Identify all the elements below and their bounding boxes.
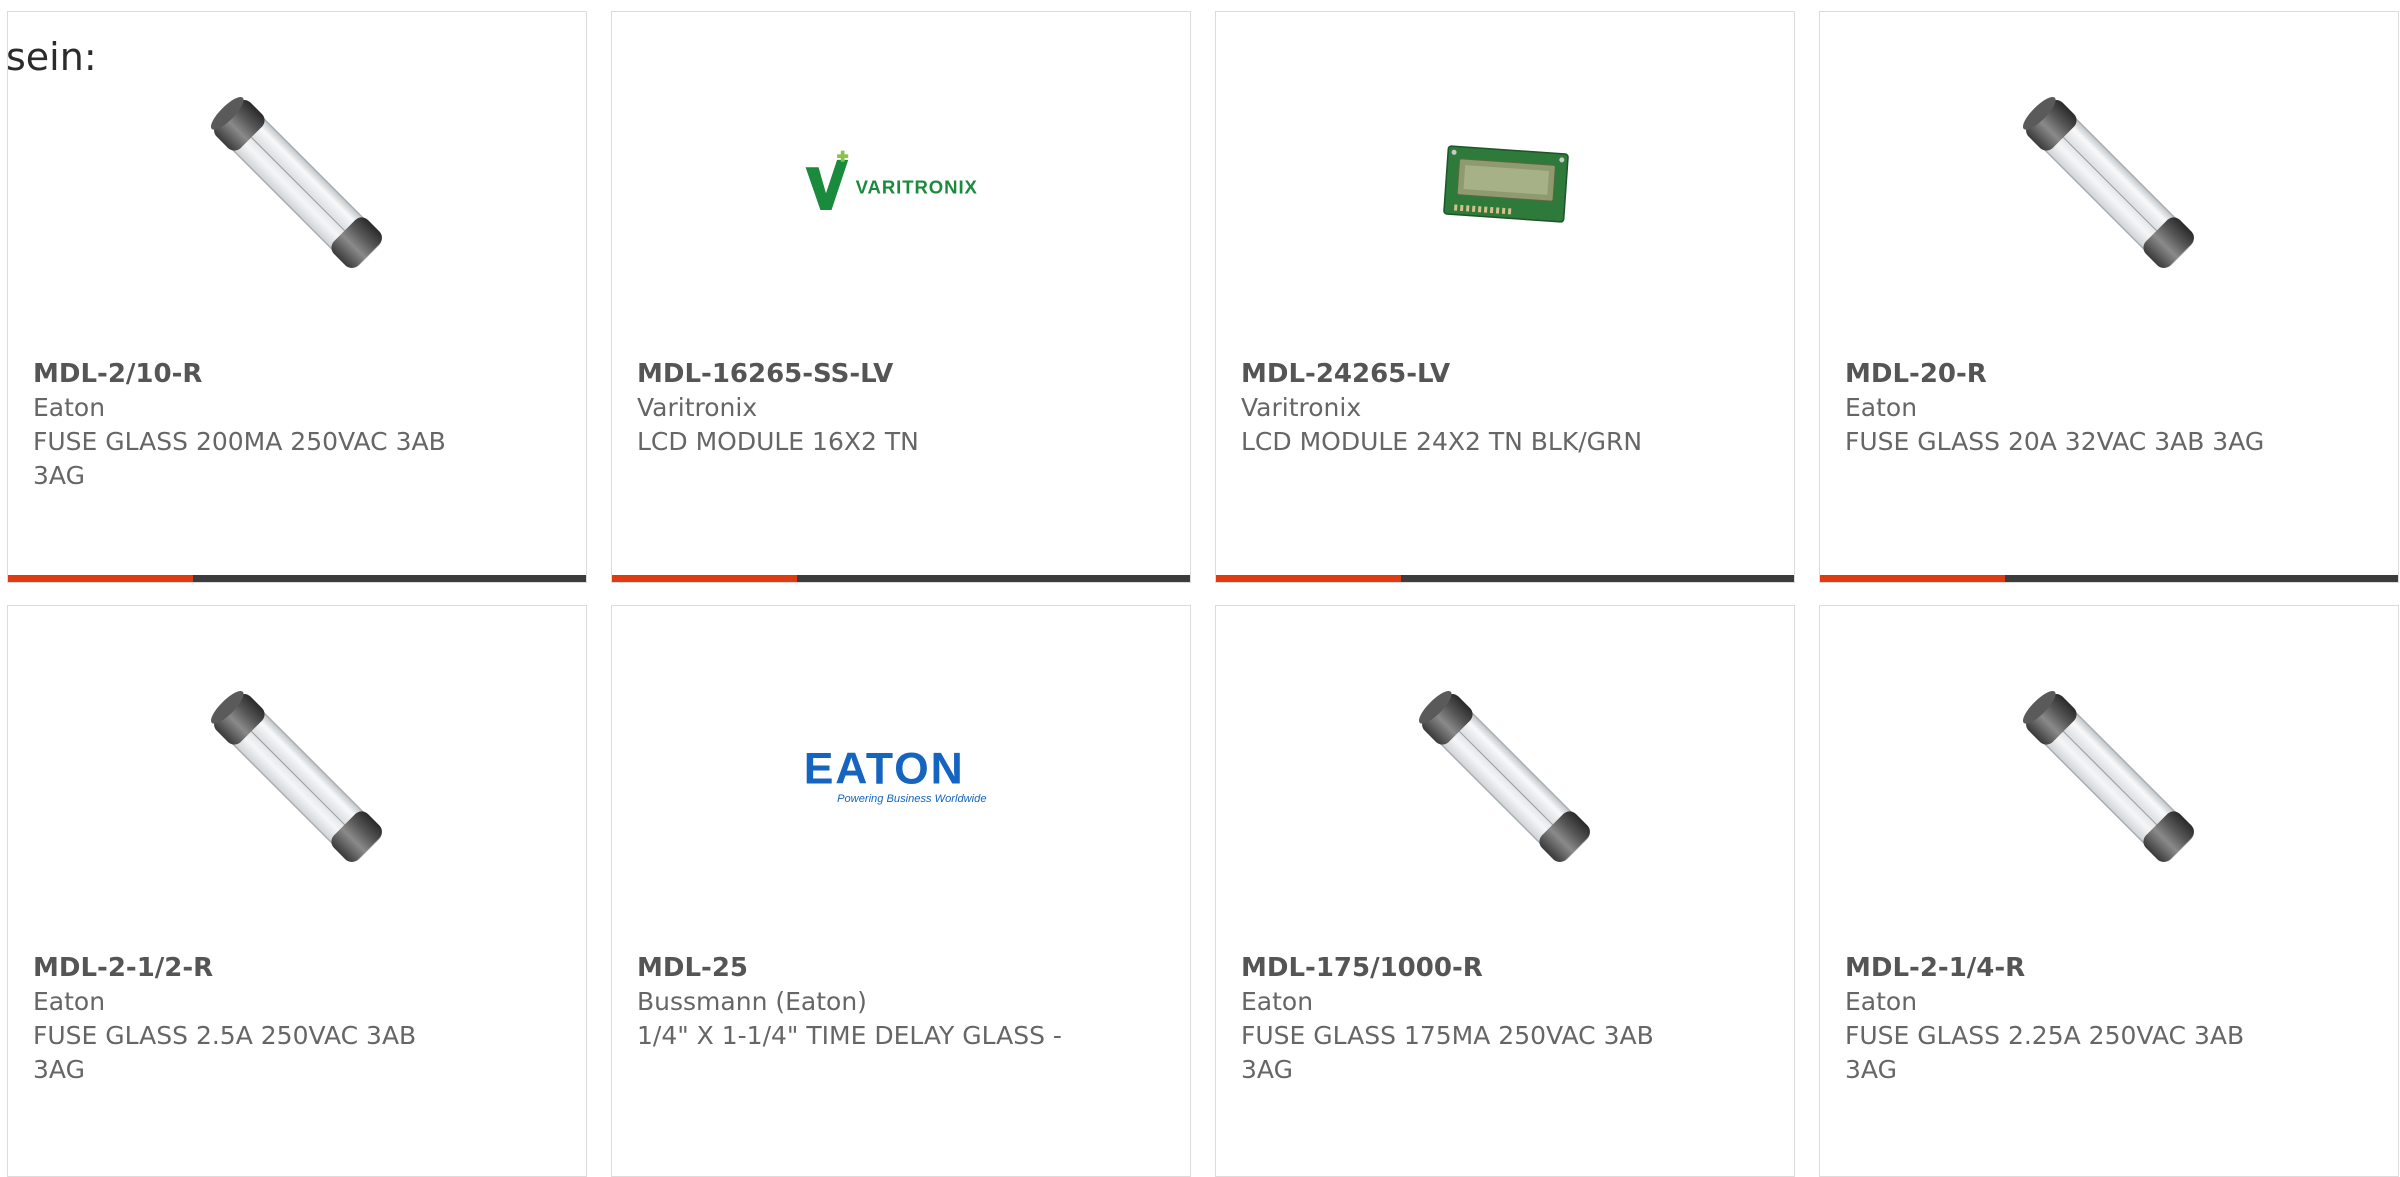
manufacturer: Eaton xyxy=(1241,987,1314,1016)
description: FUSE GLASS 200MA 250VAC 3AB 3AG xyxy=(33,427,446,490)
description: LCD MODULE 16X2 TN xyxy=(637,427,919,456)
part-number[interactable]: MDL-25 xyxy=(637,951,1077,985)
svg-text:EATON: EATON xyxy=(804,745,965,794)
eaton-logo-image[interactable]: EATON Powering Business Worldwide xyxy=(800,676,1004,880)
description: FUSE GLASS 2.5A 250VAC 3AB 3AG xyxy=(33,1021,417,1084)
product-info: MDL-24265-LV Varitronix LCD MODULE 24X2 … xyxy=(1241,357,1681,459)
product-grid: MDL-2/10-R Eaton FUSE GLASS 200MA 250VAC… xyxy=(7,11,2399,1177)
product-card[interactable]: MDL-2-1/2-R Eaton FUSE GLASS 2.5A 250VAC… xyxy=(7,605,587,1177)
varitronix-logo-image[interactable]: VARITRONIX xyxy=(800,82,1004,286)
manufacturer: Eaton xyxy=(33,393,106,422)
progress-bar xyxy=(1820,575,2398,582)
product-card[interactable]: MDL-2-1/4-R Eaton FUSE GLASS 2.25A 250VA… xyxy=(1819,605,2399,1177)
description: FUSE GLASS 20A 32VAC 3AB 3AG xyxy=(1845,427,2265,456)
product-card[interactable]: MDL-2/10-R Eaton FUSE GLASS 200MA 250VAC… xyxy=(7,11,587,583)
intro-text: sein: xyxy=(6,35,97,79)
progress-bar xyxy=(8,575,586,582)
product-info: MDL-2/10-R Eaton FUSE GLASS 200MA 250VAC… xyxy=(33,357,473,493)
svg-text:VARITRONIX: VARITRONIX xyxy=(856,176,978,197)
product-info: MDL-175/1000-R Eaton FUSE GLASS 175MA 25… xyxy=(1241,951,1681,1087)
product-info: MDL-2-1/4-R Eaton FUSE GLASS 2.25A 250VA… xyxy=(1845,951,2285,1087)
progress-bar-fill xyxy=(612,575,797,582)
product-info: MDL-16265-SS-LV Varitronix LCD MODULE 16… xyxy=(637,357,1077,459)
glass-fuse-image[interactable] xyxy=(1404,676,1608,880)
product-card[interactable]: MDL-20-R Eaton FUSE GLASS 20A 32VAC 3AB … xyxy=(1819,11,2399,583)
manufacturer: Eaton xyxy=(1845,393,1918,422)
glass-fuse-image[interactable] xyxy=(196,82,400,286)
glass-fuse-image[interactable] xyxy=(2008,676,2212,880)
product-card[interactable]: VARITRONIX MDL-16265-SS-LV Varitronix LC… xyxy=(611,11,1191,583)
part-number[interactable]: MDL-2-1/4-R xyxy=(1845,951,2285,985)
manufacturer: Eaton xyxy=(33,987,106,1016)
product-card[interactable]: MDL-24265-LV Varitronix LCD MODULE 24X2 … xyxy=(1215,11,1795,583)
manufacturer: Bussmann (Eaton) xyxy=(637,987,867,1016)
progress-bar-fill xyxy=(1820,575,2005,582)
lcd-module-image[interactable] xyxy=(1404,82,1608,286)
product-info: MDL-20-R Eaton FUSE GLASS 20A 32VAC 3AB … xyxy=(1845,357,2285,459)
svg-text:Powering Business Worldwide: Powering Business Worldwide xyxy=(837,793,986,805)
product-info: MDL-25 Bussmann (Eaton) 1/4" X 1-1/4" TI… xyxy=(637,951,1077,1053)
progress-bar-fill xyxy=(8,575,193,582)
progress-bar-fill xyxy=(1216,575,1401,582)
progress-bar xyxy=(612,575,1190,582)
part-number[interactable]: MDL-16265-SS-LV xyxy=(637,357,1077,391)
product-info: MDL-2-1/2-R Eaton FUSE GLASS 2.5A 250VAC… xyxy=(33,951,473,1087)
description: FUSE GLASS 2.25A 250VAC 3AB 3AG xyxy=(1845,1021,2245,1084)
part-number[interactable]: MDL-20-R xyxy=(1845,357,2285,391)
description: FUSE GLASS 175MA 250VAC 3AB 3AG xyxy=(1241,1021,1654,1084)
progress-bar xyxy=(1216,575,1794,582)
part-number[interactable]: MDL-2/10-R xyxy=(33,357,473,391)
glass-fuse-image[interactable] xyxy=(2008,82,2212,286)
part-number[interactable]: MDL-175/1000-R xyxy=(1241,951,1681,985)
product-card[interactable]: MDL-175/1000-R Eaton FUSE GLASS 175MA 25… xyxy=(1215,605,1795,1177)
manufacturer: Varitronix xyxy=(637,393,758,422)
glass-fuse-image[interactable] xyxy=(196,676,400,880)
part-number[interactable]: MDL-2-1/2-R xyxy=(33,951,473,985)
manufacturer: Varitronix xyxy=(1241,393,1362,422)
description: LCD MODULE 24X2 TN BLK/GRN xyxy=(1241,427,1643,456)
manufacturer: Eaton xyxy=(1845,987,1918,1016)
description: 1/4" X 1-1/4" TIME DELAY GLASS - xyxy=(637,1021,1062,1050)
product-card[interactable]: EATON Powering Business Worldwide MDL-25… xyxy=(611,605,1191,1177)
part-number[interactable]: MDL-24265-LV xyxy=(1241,357,1681,391)
